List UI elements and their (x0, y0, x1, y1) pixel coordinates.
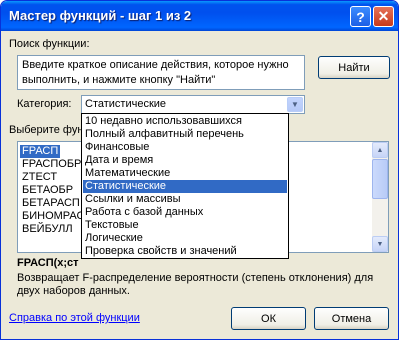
dropdown-option[interactable]: Статистические (83, 180, 287, 193)
list-item[interactable]: ВЕЙБУЛЛ (20, 223, 75, 236)
dropdown-option[interactable]: 10 недавно использовавшихся (83, 115, 287, 128)
category-dropdown-list[interactable]: 10 недавно использовавшихся Полный алфав… (81, 113, 289, 259)
window-title: Мастер функций - шаг 1 из 2 (9, 8, 192, 23)
help-icon[interactable]: ? (350, 6, 371, 27)
list-item[interactable]: БЕТАРАСП (20, 197, 82, 210)
dropdown-option[interactable]: Работа с базой данных (83, 206, 287, 219)
search-label: Поиск функции: (9, 38, 90, 50)
function-signature: FРАСП(x;ст (17, 257, 79, 269)
dropdown-option[interactable]: Финансовые (83, 141, 287, 154)
cancel-button[interactable]: Отмена (314, 307, 389, 330)
list-item[interactable]: FРАСП (20, 145, 61, 158)
dropdown-option[interactable]: Полный алфавитный перечень (83, 128, 287, 141)
category-label: Категория: (17, 98, 72, 110)
help-link[interactable]: Справка по этой функции (9, 312, 140, 324)
list-item[interactable]: ZТЕСТ (20, 171, 59, 184)
find-button[interactable]: Найти (318, 56, 390, 79)
scroll-up-icon[interactable]: ▲ (372, 142, 388, 158)
chevron-down-icon[interactable]: ▼ (287, 97, 303, 112)
list-item[interactable]: FРАСПОБР (20, 158, 83, 171)
category-selected-value: Статистические (85, 98, 167, 110)
dropdown-option[interactable]: Текстовые (83, 219, 287, 232)
dropdown-option[interactable]: Ссылки и массивы (83, 193, 287, 206)
dropdown-option[interactable]: Дата и время (83, 154, 287, 167)
scroll-down-icon[interactable]: ▼ (372, 236, 388, 252)
search-input[interactable]: Введите краткое описание действия, котор… (17, 55, 305, 90)
dropdown-option[interactable]: Проверка свойств и значений (83, 245, 287, 258)
category-select[interactable]: Статистические ▼ (81, 95, 305, 114)
function-description: Возвращает F-распределение вероятности (… (17, 272, 374, 297)
scroll-thumb[interactable] (372, 159, 388, 199)
function-wizard-dialog: Мастер функций - шаг 1 из 2 ? ✕ Поиск фу… (0, 0, 399, 340)
close-icon[interactable]: ✕ (373, 6, 394, 27)
function-list-scrollbar[interactable]: ▲ ▼ (372, 142, 388, 252)
title-bar[interactable]: Мастер функций - шаг 1 из 2 ? ✕ (1, 1, 398, 31)
ok-button[interactable]: ОК (231, 307, 306, 330)
dropdown-option[interactable]: Логические (83, 232, 287, 245)
dropdown-option[interactable]: Математические (83, 167, 287, 180)
function-list-label: Выберите фун (9, 124, 84, 136)
list-item[interactable]: БЕТАОБР (20, 184, 75, 197)
